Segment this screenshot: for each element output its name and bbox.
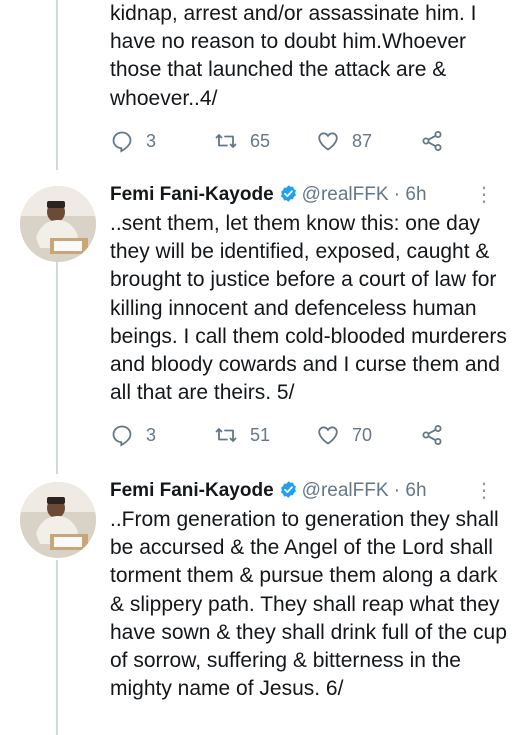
retweet-count: 65 — [250, 130, 271, 151]
like-button[interactable]: 70 — [316, 420, 372, 450]
share-icon — [422, 425, 442, 445]
avatar[interactable] — [20, 482, 96, 558]
share-button[interactable] — [420, 126, 456, 156]
retweet-button[interactable]: 65 — [214, 126, 270, 156]
separator-dot: · — [393, 480, 401, 501]
tweet-actions: 3 51 70 — [110, 420, 510, 450]
reply-button[interactable]: 3 — [110, 420, 156, 450]
author-handle[interactable]: @realFFK — [302, 184, 389, 205]
reply-icon — [112, 131, 132, 153]
avatar-image — [20, 186, 96, 262]
reply-count: 3 — [146, 130, 157, 151]
retweet-button[interactable]: 51 — [214, 420, 270, 450]
avatar[interactable] — [20, 186, 96, 262]
more-options-icon[interactable]: ⋮ — [474, 476, 494, 506]
like-count: 70 — [352, 424, 373, 445]
reply-icon — [112, 425, 132, 447]
verified-badge-icon — [280, 185, 296, 202]
thread-line — [56, 262, 58, 474]
thread-line — [56, 0, 58, 170]
reply-count: 3 — [146, 424, 157, 445]
more-options-icon[interactable]: ⋮ — [474, 180, 494, 210]
like-button[interactable]: 87 — [316, 126, 372, 156]
share-icon — [422, 131, 442, 151]
retweet-icon — [215, 428, 237, 442]
verified-badge-icon — [280, 481, 296, 498]
timestamp[interactable]: 6h — [405, 184, 426, 205]
author-name[interactable]: Femi Fani-Kayode — [110, 184, 274, 205]
like-icon — [318, 132, 338, 151]
tweet-text: ..sent them, let them know this: one day… — [110, 212, 507, 405]
thread-line — [56, 560, 58, 735]
like-count: 87 — [352, 130, 373, 151]
timestamp[interactable]: 6h — [405, 480, 426, 501]
retweet-icon — [215, 134, 237, 148]
avatar-image — [20, 482, 96, 558]
retweet-count: 51 — [250, 424, 271, 445]
tweet-header: Femi Fani-Kayode @realFFK · 6h ⋮ — [110, 180, 510, 210]
like-icon — [318, 426, 338, 445]
author-handle[interactable]: @realFFK — [302, 480, 389, 501]
tweet-header: Femi Fani-Kayode @realFFK · 6h ⋮ — [110, 476, 510, 506]
separator-dot: · — [393, 184, 401, 205]
reply-button[interactable]: 3 — [110, 126, 156, 156]
author-name[interactable]: Femi Fani-Kayode — [110, 480, 274, 501]
tweet-text: ..From generation to generation they sha… — [110, 508, 507, 701]
tweet-actions: 3 65 87 — [110, 126, 510, 156]
tweet-text: kidnap, arrest and/or assassinate him. I… — [110, 2, 477, 110]
share-button[interactable] — [420, 420, 456, 450]
